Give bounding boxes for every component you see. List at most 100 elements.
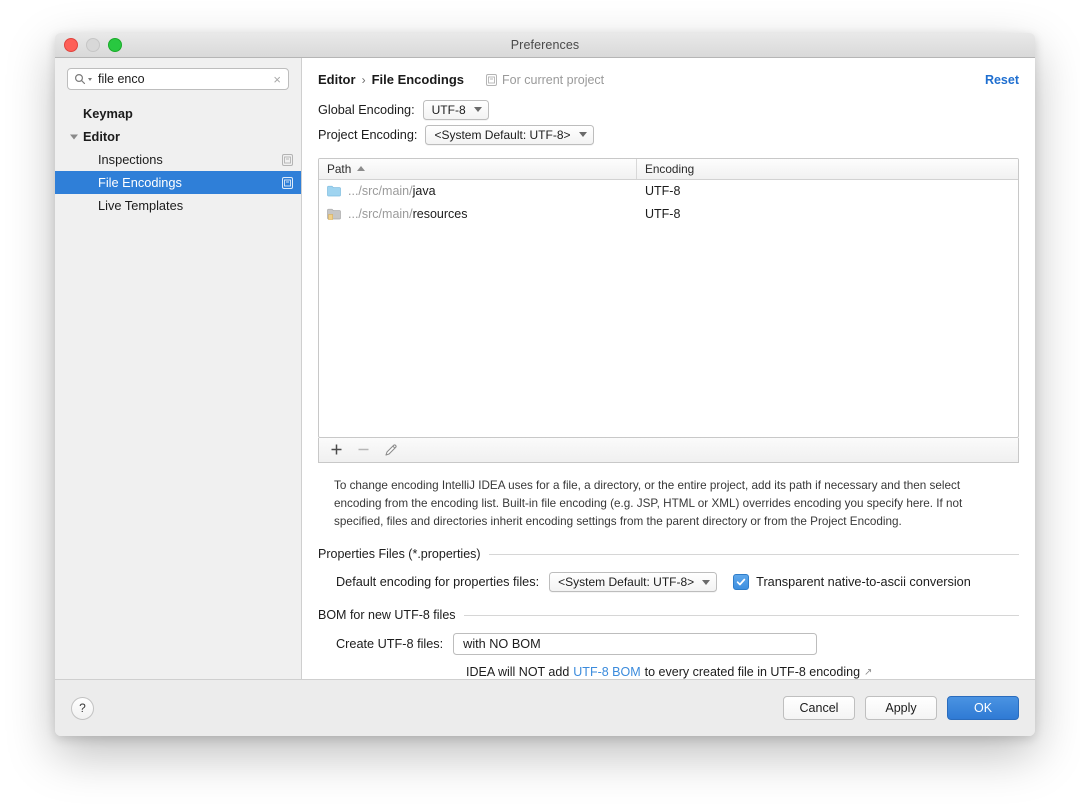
bom-section-body: Create UTF-8 files: with NO BOM IDEA wil… [318, 633, 1019, 679]
project-encoding-label: Project Encoding: [318, 127, 418, 142]
create-utf8-files-dropdown[interactable]: with NO BOM [453, 633, 818, 656]
global-encoding-label: Global Encoding: [318, 102, 415, 117]
sidebar-item-label: Keymap [83, 106, 133, 121]
create-utf8-files-value: with NO BOM [463, 637, 541, 652]
sidebar-item-label: Live Templates [98, 198, 184, 213]
sidebar-item-keymap[interactable]: Keymap [55, 102, 301, 125]
table-body: .../src/main/java UTF-8 .../src/main/res… [319, 180, 1018, 437]
properties-files-section: Properties Files (*.properties) Default … [318, 547, 1019, 593]
table-cell-path: .../src/main/resources [319, 207, 637, 221]
footer-buttons: Cancel Apply OK [783, 696, 1019, 720]
window-title: Preferences [510, 38, 580, 52]
table-cell-encoding: UTF-8 [645, 207, 681, 222]
ok-button[interactable]: OK [947, 696, 1019, 720]
traffic-lights [64, 38, 122, 52]
table-header-row: Path Encoding [319, 158, 1018, 180]
minimize-window-button[interactable] [86, 38, 100, 52]
sidebar-item-file-encodings[interactable]: File Encodings [55, 171, 301, 194]
window-titlebar: Preferences [55, 33, 1035, 58]
search-container: × [55, 58, 301, 98]
cancel-button[interactable]: Cancel [783, 696, 855, 720]
sort-ascending-icon [357, 166, 366, 172]
column-header-label: Encoding [645, 161, 695, 176]
table-row[interactable]: .../src/main/java UTF-8 [319, 180, 1018, 203]
breadcrumb-separator: › [361, 72, 366, 87]
project-encoding-value: <System Default: UTF-8> [434, 127, 571, 142]
global-encoding-dropdown[interactable]: UTF-8 [422, 99, 489, 120]
create-utf8-files-row: Create UTF-8 files: with NO BOM [336, 633, 1019, 656]
project-encoding-dropdown[interactable]: <System Default: UTF-8> [425, 124, 594, 145]
search-icon [74, 73, 93, 85]
properties-section-title: Properties Files (*.properties) [318, 547, 481, 562]
external-link-icon[interactable]: ↗ [864, 667, 872, 678]
zoom-window-button[interactable] [108, 38, 122, 52]
settings-sidebar: × Keymap Editor Inspections [55, 58, 302, 679]
default-properties-encoding-label: Default encoding for properties files: [336, 575, 540, 590]
sidebar-item-editor[interactable]: Editor [55, 125, 301, 148]
reset-link[interactable]: Reset [985, 73, 1019, 87]
column-header-path[interactable]: Path [319, 158, 637, 179]
settings-tree: Keymap Editor Inspections File Encodings… [55, 98, 301, 679]
chevron-down-icon[interactable] [70, 134, 78, 139]
section-divider [463, 614, 1019, 616]
create-utf8-files-label: Create UTF-8 files: [336, 637, 444, 652]
add-button[interactable] [330, 443, 343, 456]
table-row[interactable]: .../src/main/resources UTF-8 [319, 203, 1018, 226]
edit-button[interactable] [384, 443, 398, 457]
sidebar-item-live-templates[interactable]: Live Templates [55, 194, 301, 217]
table-cell-path: .../src/main/java [319, 184, 637, 198]
source-folder-icon [327, 185, 341, 197]
chevron-down-icon [88, 78, 92, 81]
dialog-footer: ? Cancel Apply OK [55, 679, 1035, 736]
transparent-native-to-ascii-checkbox[interactable]: Transparent native-to-ascii conversion [733, 574, 971, 591]
bom-section: BOM for new UTF-8 files Create UTF-8 fil… [318, 608, 1019, 679]
chevron-down-icon [702, 579, 711, 585]
encodings-table: Path Encoding .../src/main/java UTF-8 ..… [318, 157, 1019, 438]
default-properties-encoding-row: Default encoding for properties files: <… [336, 572, 1019, 593]
global-encoding-value: UTF-8 [431, 102, 466, 117]
remove-button[interactable] [357, 443, 370, 456]
sidebar-item-label: Editor [83, 129, 120, 144]
column-header-encoding[interactable]: Encoding [637, 159, 1018, 179]
bom-section-title: BOM for new UTF-8 files [318, 608, 456, 623]
help-button[interactable]: ? [71, 696, 94, 720]
chevron-down-icon [578, 132, 587, 138]
checkmark-icon [736, 578, 746, 586]
checkbox-box [733, 574, 750, 591]
sidebar-item-label: File Encodings [98, 175, 182, 190]
utf8-bom-link[interactable]: UTF-8 BOM [573, 665, 640, 679]
sidebar-item-inspections[interactable]: Inspections [55, 148, 301, 171]
project-encoding-row: Project Encoding: <System Default: UTF-8… [318, 124, 1019, 146]
breadcrumb-parent[interactable]: Editor [318, 72, 356, 87]
properties-section-body: Default encoding for properties files: <… [318, 572, 1019, 593]
apply-button[interactable]: Apply [865, 696, 937, 720]
breadcrumb-current: File Encodings [371, 72, 465, 88]
preferences-window: Preferences × [55, 33, 1035, 736]
project-scope-icon [282, 153, 293, 166]
default-properties-encoding-dropdown[interactable]: <System Default: UTF-8> [549, 572, 718, 593]
transparent-checkbox-label: Transparent native-to-ascii conversion [756, 575, 971, 590]
bom-section-header: BOM for new UTF-8 files [318, 608, 1019, 622]
close-window-button[interactable] [64, 38, 78, 52]
clear-search-icon[interactable]: × [272, 73, 282, 86]
resource-folder-icon [327, 208, 341, 220]
search-box[interactable]: × [67, 68, 289, 90]
settings-detail-panel: Editor › File Encodings For current proj… [302, 58, 1035, 679]
minus-icon [358, 448, 369, 451]
project-scope-icon [486, 73, 498, 86]
encodings-help-text: To change encoding IntelliJ IDEA uses fo… [334, 478, 963, 528]
properties-section-header: Properties Files (*.properties) [318, 547, 1019, 561]
for-current-project-badge: For current project [486, 73, 604, 87]
for-current-project-label: For current project [502, 72, 605, 87]
plus-icon [331, 444, 342, 455]
column-header-label: Path [327, 161, 352, 176]
search-input[interactable] [98, 72, 273, 86]
sidebar-item-label: Inspections [98, 152, 163, 167]
default-properties-encoding-value: <System Default: UTF-8> [558, 575, 695, 590]
path-value: .../src/main/resources [348, 207, 468, 222]
bom-note-after: to every created file in UTF-8 encoding [644, 665, 861, 680]
chevron-down-icon [473, 107, 482, 113]
global-encoding-row: Global Encoding: UTF-8 [318, 99, 1019, 121]
section-divider [488, 553, 1019, 555]
table-toolbar [318, 437, 1019, 463]
